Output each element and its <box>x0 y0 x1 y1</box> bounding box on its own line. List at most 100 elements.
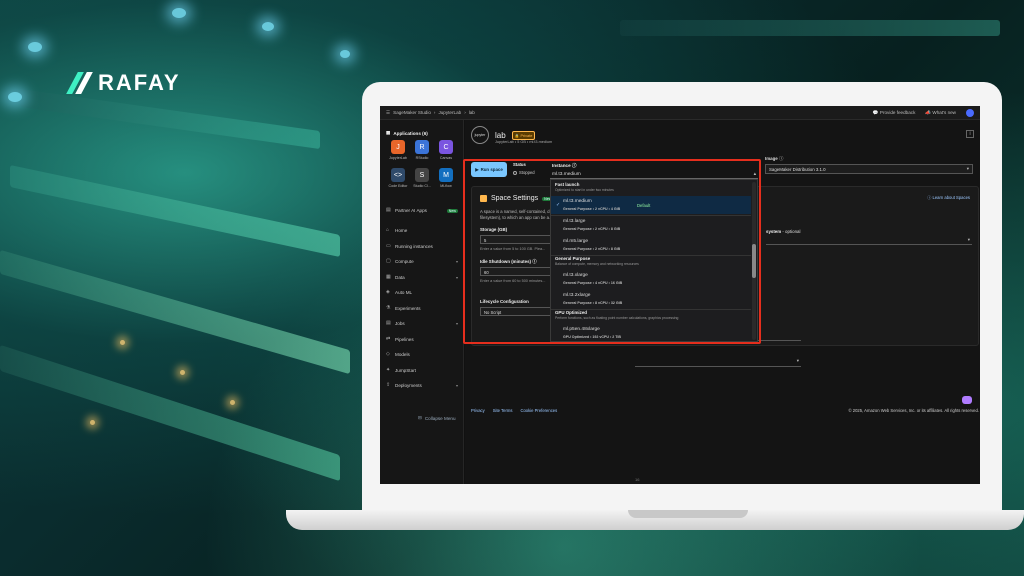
sidebar-item-label: Experiments <box>395 305 421 311</box>
sidebar-item-label: Compute <box>395 259 414 264</box>
nav-icon: ▤ <box>386 320 391 326</box>
rafay-logo: RAFAY <box>66 70 181 96</box>
image-select[interactable]: SageMaker Distribution 3.1.0 ▾ <box>765 164 973 174</box>
footer: Privacy Site Terms Cookie Preferences © … <box>471 408 979 413</box>
sidebar-item-partner-ai-apps[interactable]: ▤ Partner AI Apps New <box>386 208 458 213</box>
sidebar-item-label: Models <box>395 352 410 357</box>
app-icon: M <box>439 168 453 182</box>
caret-down-icon: ▾ <box>796 358 799 363</box>
nav-icon: ⚗ <box>386 304 391 311</box>
sidebar-item-pipelines[interactable]: ⇄ Pipelines <box>386 335 458 342</box>
sidebar-item-models[interactable]: ◇ Models <box>386 351 458 358</box>
top-bar: ☰ SageMaker Studio › JupyterLab › lab 💬 … <box>380 106 980 120</box>
nav-icon: ⇄ <box>386 335 391 342</box>
cookie-preferences-link[interactable]: Cookie Preferences <box>520 408 557 413</box>
app-label: MLflow <box>440 184 452 188</box>
image-label: Image <box>765 156 778 161</box>
nav-icon: ◇ <box>386 351 390 357</box>
laptop-notch <box>628 510 748 518</box>
app-icon: R <box>415 140 429 154</box>
feedback-link[interactable]: 💬 Provide feedback <box>873 110 916 116</box>
sidebar-item-deployments[interactable]: ⇪ Deployments ▾ <box>386 382 458 389</box>
highlight-box <box>463 159 761 344</box>
grid-icon: ▦ <box>386 130 391 135</box>
whats-new-link[interactable]: 📣 What's new <box>925 110 956 116</box>
sidebar-item-running-instances[interactable]: ▭ Running instances <box>386 242 458 249</box>
app-icon: <> <box>391 168 405 182</box>
sidebar: ▦ Applications (6) J JupyterLab R RStudio C Ca… <box>380 120 464 484</box>
site-terms-link[interactable]: Site Terms <box>493 408 513 413</box>
app-label: Canvas <box>439 156 453 160</box>
info-icon[interactable]: i <box>966 130 974 138</box>
app-label: Code Editor <box>388 184 408 188</box>
megaphone-icon: 📣 <box>925 109 932 115</box>
chevron-down-icon: ▾ <box>455 274 458 280</box>
jupyter-logo-icon: jupyter <box>471 126 489 144</box>
sidebar-item-auto-ml[interactable]: ◈ Auto ML <box>386 289 458 296</box>
nav-icon: ✦ <box>386 366 391 373</box>
sidebar-item-label: Data <box>395 274 405 280</box>
breadcrumb-separator: › <box>433 110 436 115</box>
caret-down-icon: ▾ <box>966 166 969 171</box>
sidebar-item-jobs[interactable]: ▤ Jobs ▾ <box>386 320 458 327</box>
sidebar-item-experiments[interactable]: ⚗ Experiments <box>386 304 458 311</box>
page-number: 16 <box>635 477 640 482</box>
chevron-down-icon: ▾ <box>455 259 458 264</box>
info-icon[interactable]: ⓘ <box>779 156 783 161</box>
collapse-menu-button[interactable]: ⊟ Collapse Menu <box>418 415 456 421</box>
nav-icon: ◈ <box>386 289 390 295</box>
sidebar-item-label: Deployments <box>395 383 422 388</box>
app-tile-1[interactable]: R RStudio <box>410 140 434 160</box>
file-system-select[interactable]: ▾ <box>766 237 972 245</box>
brand-text: RAFAY <box>98 70 181 95</box>
breadcrumb-separator: › <box>464 110 466 115</box>
sidebar-item-home[interactable]: ⌂ Home <box>386 227 458 234</box>
collapse-icon: ⊟ <box>418 415 422 420</box>
sidebar-item-label: Running instances <box>395 243 433 249</box>
nav-icon: ▦ <box>386 273 391 280</box>
space-subtitle: JupyterLab • 5 GB • ml.t3.medium <box>495 140 553 144</box>
chevron-down-icon: ▾ <box>455 383 458 388</box>
app-icon: J <box>391 140 405 154</box>
app-tile-2[interactable]: C Canvas <box>434 140 458 160</box>
menu-icon[interactable]: ☰ <box>386 110 390 116</box>
learn-about-spaces-link[interactable]: ⓘ Learn about Spaces <box>927 195 970 201</box>
avatar[interactable] <box>966 108 974 117</box>
secondary-select[interactable]: ▾ <box>635 358 801 367</box>
caret-down-icon: ▾ <box>967 237 970 242</box>
app-tile-5[interactable]: M MLflow <box>434 168 458 188</box>
breadcrumb-studio[interactable]: SageMaker Studio <box>393 110 431 115</box>
sidebar-item-data[interactable]: ▦ Data ▾ <box>386 273 458 280</box>
app-tile-0[interactable]: J JupyterLab <box>386 140 410 160</box>
apps-icon: ▤ <box>386 207 391 213</box>
chat-bubble-icon[interactable] <box>962 396 972 404</box>
app-icon: C <box>439 140 453 154</box>
breadcrumb-lab: lab <box>468 110 475 115</box>
nav-icon: ⇪ <box>386 382 391 388</box>
app-label: RStudio <box>415 156 429 160</box>
app-label: JupyterLab <box>389 156 407 160</box>
privacy-link[interactable]: Privacy <box>471 408 485 413</box>
nav-icon: ⌂ <box>386 227 390 233</box>
breadcrumb-jupyterlab[interactable]: JupyterLab <box>438 110 461 115</box>
sidebar-item-label: Jobs <box>395 321 405 326</box>
app-tile-3[interactable]: <> Code Editor <box>386 168 410 188</box>
new-badge: New <box>446 208 458 213</box>
sidebar-item-label: Auto ML <box>395 290 413 295</box>
nav-icon: ▭ <box>386 242 391 249</box>
rafay-mark-icon <box>66 72 93 94</box>
private-badge: 🔒 Private <box>511 130 536 140</box>
app-icon: S <box>415 168 429 182</box>
sidebar-item-jumpstart[interactable]: ✦ JumpStart <box>386 366 458 373</box>
copyright: © 2025, Amazon Web Services, Inc. or its… <box>848 408 979 413</box>
app-tile-4[interactable]: S Studio Cl... <box>410 168 434 188</box>
applications-title: ▦ Applications (6) <box>386 130 428 136</box>
space-title: lab <box>495 130 506 140</box>
sidebar-item-label: JumpStart <box>395 367 416 373</box>
sidebar-item-compute[interactable]: ▢ Compute ▾ <box>386 258 458 265</box>
sidebar-item-label: Pipelines <box>395 336 414 342</box>
app-label: Studio Cl... <box>413 184 431 188</box>
file-system-label: system - optional <box>766 229 801 234</box>
nav-icon: ▢ <box>386 258 391 264</box>
chat-icon: 💬 <box>872 109 879 115</box>
